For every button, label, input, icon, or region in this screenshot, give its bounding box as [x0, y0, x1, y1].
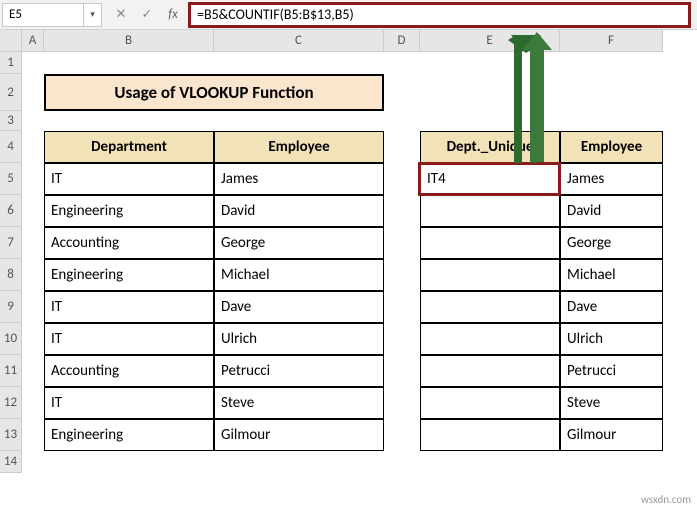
row-header[interactable]: 3	[0, 111, 22, 131]
table-row	[420, 259, 560, 291]
row-header[interactable]: 6	[0, 195, 22, 227]
table-row: George	[214, 227, 384, 259]
table-row: Michael	[560, 259, 663, 291]
table-row: IT	[44, 323, 214, 355]
name-box-dropdown[interactable]: ▾	[84, 3, 102, 27]
table1-header-dept: Department	[44, 131, 214, 163]
table-row: Dave	[560, 291, 663, 323]
table-row: Steve	[214, 387, 384, 419]
row-header[interactable]: 8	[0, 259, 22, 291]
table-row: IT	[44, 163, 214, 195]
watermark: wsxdn.com	[641, 493, 691, 506]
table-row: Gilmour	[560, 419, 663, 451]
row-headers: 1 2 3 4 5 6 7 8 9 10 11 12 13 14	[0, 52, 22, 473]
row-header[interactable]: 14	[0, 451, 22, 473]
table-row	[420, 323, 560, 355]
col-header-A[interactable]: A	[22, 30, 44, 52]
fx-icon[interactable]: fx	[164, 6, 182, 24]
row-header[interactable]: 2	[0, 74, 22, 111]
table-row	[420, 195, 560, 227]
spreadsheet-grid[interactable]: A B C D E F 1 2 3 4 5 6 7 8 9 10 11 12 1…	[0, 30, 697, 510]
row-header[interactable]: 9	[0, 291, 22, 323]
col-header-E[interactable]: E	[420, 30, 560, 52]
formula-text: =B5&COUNTIF(B5:B$13,B5)	[197, 6, 354, 23]
table2-header-emp: Employee	[560, 131, 663, 163]
formula-bar-area: E5 ▾ ✕ ✓ fx =B5&COUNTIF(B5:B$13,B5)	[0, 0, 697, 30]
formula-bar-buttons: ✕ ✓ fx	[112, 6, 182, 24]
table-row: Engineering	[44, 419, 214, 451]
table-row: Dave	[214, 291, 384, 323]
table-row: George	[560, 227, 663, 259]
table-row	[420, 387, 560, 419]
table-row	[420, 227, 560, 259]
col-header-D[interactable]: D	[384, 30, 420, 52]
table-row: Ulrich	[560, 323, 663, 355]
chevron-down-icon: ▾	[90, 9, 95, 20]
table1-header-emp: Employee	[214, 131, 384, 163]
column-headers: A B C D E F	[22, 30, 663, 52]
table-row: Accounting	[44, 227, 214, 259]
row-header[interactable]: 11	[0, 355, 22, 387]
table-row: David	[560, 195, 663, 227]
table-row: Petrucci	[560, 355, 663, 387]
table-row	[420, 291, 560, 323]
table-row: James	[214, 163, 384, 195]
table-row	[420, 419, 560, 451]
table-row: Engineering	[44, 195, 214, 227]
name-box[interactable]: E5	[2, 3, 84, 27]
row-header[interactable]: 10	[0, 323, 22, 355]
table-row: David	[214, 195, 384, 227]
row-header[interactable]: 4	[0, 131, 22, 163]
row-header[interactable]: 13	[0, 419, 22, 451]
cancel-icon[interactable]: ✕	[112, 6, 130, 24]
row-header[interactable]: 5	[0, 163, 22, 195]
col-header-C[interactable]: C	[214, 30, 384, 52]
table-row: IT	[44, 291, 214, 323]
table-row: Ulrich	[214, 323, 384, 355]
row-header[interactable]: 12	[0, 387, 22, 419]
row-header[interactable]: 7	[0, 227, 22, 259]
table-row: Michael	[214, 259, 384, 291]
enter-icon[interactable]: ✓	[138, 6, 156, 24]
page-title: Usage of VLOOKUP Function	[44, 74, 384, 111]
table-row: James	[560, 163, 663, 195]
table2-header-unique: Dept._Unique	[420, 131, 560, 163]
formula-bar[interactable]: =B5&COUNTIF(B5:B$13,B5)	[188, 2, 691, 28]
table-row: IT	[44, 387, 214, 419]
table-row: Petrucci	[214, 355, 384, 387]
col-header-F[interactable]: F	[560, 30, 663, 52]
select-all-corner[interactable]	[0, 30, 22, 52]
table-row: Steve	[560, 387, 663, 419]
table-row: Engineering	[44, 259, 214, 291]
col-header-B[interactable]: B	[44, 30, 214, 52]
table-row: IT4	[420, 163, 560, 195]
table-row: Accounting	[44, 355, 214, 387]
table-row	[420, 355, 560, 387]
row-header[interactable]: 1	[0, 52, 22, 74]
table-row: Gilmour	[214, 419, 384, 451]
